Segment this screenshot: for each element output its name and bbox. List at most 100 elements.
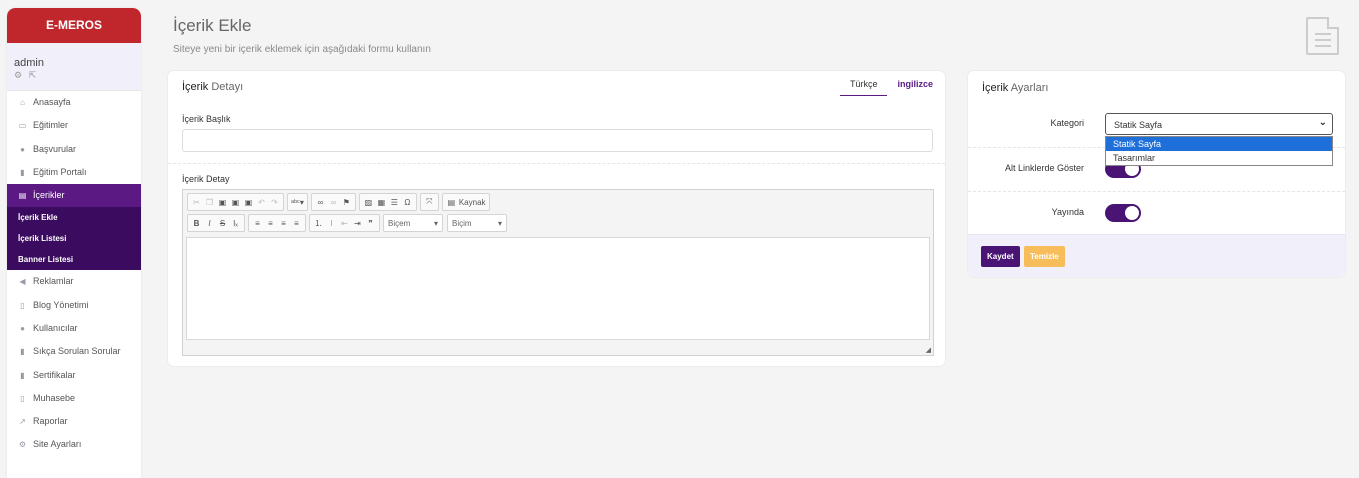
clipboard-group: ✂ ❐ ▣ ▣ ▣ ↶ ↷ — [187, 193, 284, 211]
content-detail-card: İçerik Detayı Türkçe ingilizce İçerik Ba… — [167, 70, 946, 367]
outdent-icon[interactable]: ⇤ — [339, 219, 350, 228]
source-button[interactable]: Kaynak — [459, 198, 486, 207]
remove-format-icon[interactable]: Iₓ — [230, 219, 241, 228]
sidebar-subitem-icerik-ekle[interactable]: İçerik Ekle — [7, 207, 141, 228]
italic-icon[interactable]: I — [204, 219, 215, 228]
strike-icon[interactable]: S — [217, 219, 228, 228]
book-icon: ▭ — [18, 121, 27, 131]
align-right-icon[interactable]: ≡ — [278, 219, 289, 228]
basic-styles-group: B I S Iₓ — [187, 214, 245, 232]
category-option[interactable]: Tasarımlar — [1106, 151, 1332, 165]
brand-logo[interactable]: E-MEROS — [7, 8, 141, 43]
sidebar-item-label: İçerikler — [33, 190, 65, 201]
table-icon[interactable]: ▦ — [376, 198, 387, 207]
insert-group: ▨ ▦ ☰ Ω — [358, 193, 417, 211]
file-icon: ▯ — [20, 300, 25, 310]
sidebar-item-site-ayarlari[interactable]: ⚙ Site Ayarları — [7, 433, 141, 456]
sidebar-item-blog[interactable]: ▯ Blog Yönetimi — [7, 293, 141, 316]
indent-icon[interactable]: ⇥ — [352, 219, 363, 228]
special-char-icon[interactable]: Ω — [402, 198, 413, 207]
tab-ingilizce[interactable]: ingilizce — [887, 79, 933, 96]
sidebar-item-label: Başvurular — [33, 143, 77, 154]
sidebar-item-basvurular[interactable]: ● Başvurular — [7, 138, 141, 161]
category-select[interactable]: Statik Sayfa ⌄ — [1105, 113, 1333, 135]
sidebar-item-reklamlar[interactable]: ◀ Reklamlar — [7, 270, 141, 293]
content-title-input[interactable] — [182, 129, 933, 152]
anchor-flag-icon[interactable]: ⚑ — [341, 198, 352, 207]
horizontal-line-icon[interactable]: ☰ — [389, 198, 400, 207]
sidebar-item-label: Muhasebe — [33, 392, 76, 403]
format-select-label: Biçim — [452, 218, 472, 228]
sidebar-item-muhasebe[interactable]: ▯ Muhasebe — [7, 387, 141, 410]
sidebar-item-label: Sertifikalar — [33, 369, 76, 380]
align-left-icon[interactable]: ≡ — [252, 219, 263, 228]
page-header: İçerik Ekle Siteye yeni bir içerik eklem… — [173, 16, 431, 55]
redo-icon[interactable]: ↷ — [269, 198, 280, 207]
clear-button[interactable]: Temizle — [1024, 246, 1065, 267]
sidebar-subitem-icerik-listesi[interactable]: İçerik Listesi — [7, 228, 141, 249]
cut-icon[interactable]: ✂ — [191, 198, 202, 207]
language-tabs: Türkçe ingilizce — [839, 79, 933, 96]
editor-content-area[interactable] — [186, 237, 930, 340]
sidebar-item-icerikler[interactable]: ▤ İçerikler — [7, 184, 141, 208]
rich-text-editor: ✂ ❐ ▣ ▣ ▣ ↶ ↷ ᵃᵇᶜ▾ ∞ ∞ ⚑ ▨ ▦ ☰ Ω ⤧ ▤ Kaynak B I S Iₓ ≡ ≡… — [182, 189, 934, 356]
file-icon: ▮ — [20, 370, 25, 380]
paste-word-icon[interactable]: ▣ — [243, 198, 254, 207]
card-title: İçerik Detayı — [182, 81, 244, 93]
image-icon[interactable]: ▨ — [363, 198, 374, 207]
save-button[interactable]: Kaydet — [981, 246, 1020, 267]
sidebar-subitem-banner-listesi[interactable]: Banner Listesi — [7, 249, 141, 270]
user-actions-icons[interactable]: ⚙ ⇱ — [14, 70, 141, 81]
page-title: İçerik Ekle — [173, 16, 252, 35]
published-toggle[interactable] — [1105, 204, 1141, 222]
sidebar-item-anasayfa[interactable]: ⌂ Anasayfa — [7, 91, 141, 114]
sidebar-item-egitim-portali[interactable]: ▮ Eğitim Portalı — [7, 161, 141, 184]
document-icon — [1306, 17, 1339, 55]
format-select[interactable]: Biçim ▾ — [447, 214, 507, 232]
category-option[interactable]: Statik Sayfa — [1106, 137, 1332, 151]
style-select[interactable]: Biçem ▾ — [383, 214, 443, 232]
align-justify-icon[interactable]: ≡ — [291, 219, 302, 228]
title-label: İçerik Başlık — [182, 114, 231, 124]
source-icon[interactable]: ▤ — [446, 198, 457, 207]
undo-icon[interactable]: ↶ — [256, 198, 267, 207]
sidebar-item-label: Eğitimler — [33, 120, 69, 131]
tab-turkce[interactable]: Türkçe — [839, 79, 888, 96]
sidebar-item-kullanicilar[interactable]: ● Kullanıcılar — [7, 317, 141, 340]
sidebar-item-sertifikalar[interactable]: ▮ Sertifikalar — [7, 363, 141, 386]
ordered-list-icon[interactable]: ⒈ — [313, 218, 324, 229]
maximize-group: ⤧ — [419, 193, 439, 211]
users-icon: ● — [20, 323, 25, 333]
paste-text-icon[interactable]: ▣ — [230, 198, 241, 207]
copy-icon[interactable]: ❐ — [204, 198, 215, 207]
category-label: Kategori — [1050, 118, 1084, 128]
editor-toolbar-row2: B I S Iₓ ≡ ≡ ≡ ≡ ⒈ ⁝ ⇤ ⇥ ❞ Biçem ▾ Biçim ▾ — [187, 214, 511, 232]
sidebar-item-label: Raporlar — [33, 416, 68, 427]
spellcheck-icon[interactable]: ᵃᵇᶜ▾ — [291, 198, 304, 207]
unlink-icon[interactable]: ∞ — [328, 198, 339, 207]
page-subtitle: Siteye yeni bir içerik eklemek için aşağ… — [173, 44, 431, 55]
sidebar-item-label: Blog Yönetimi — [33, 299, 89, 310]
bold-icon[interactable]: B — [191, 219, 202, 228]
sidebar-item-raporlar[interactable]: ↗ Raporlar — [7, 410, 141, 433]
blockquote-icon[interactable]: ❞ — [365, 219, 376, 228]
resize-grip-icon[interactable]: ◢ — [926, 346, 931, 354]
sidebar-item-label: Reklamlar — [33, 276, 74, 287]
maximize-icon[interactable]: ⤧ — [424, 197, 435, 207]
altlinks-label: Alt Linklerde Göster — [1004, 163, 1084, 173]
sidebar-item-egitimler[interactable]: ▭ Eğitimler — [7, 114, 141, 137]
link-icon[interactable]: ∞ — [315, 198, 326, 207]
sidebar-nav: ⌂ Anasayfa ▭ Eğitimler ● Başvurular ▮ Eğitim… — [7, 91, 141, 457]
document-icon: ▤ — [18, 191, 27, 201]
align-center-icon[interactable]: ≡ — [265, 219, 276, 228]
align-group: ≡ ≡ ≡ ≡ — [248, 214, 306, 232]
user-name: admin — [14, 57, 44, 69]
detail-label: İçerik Detay — [182, 174, 230, 184]
list-group: ⒈ ⁝ ⇤ ⇥ ❞ — [309, 214, 380, 232]
bulleted-list-icon[interactable]: ⁝ — [326, 219, 337, 228]
paste-icon[interactable]: ▣ — [217, 198, 228, 207]
sidebar-item-sss[interactable]: ▮ Sıkça Sorulan Sorular — [7, 340, 141, 363]
divider — [168, 163, 945, 164]
caret-down-icon: ▾ — [433, 218, 438, 228]
file-icon: ▮ — [20, 347, 25, 357]
